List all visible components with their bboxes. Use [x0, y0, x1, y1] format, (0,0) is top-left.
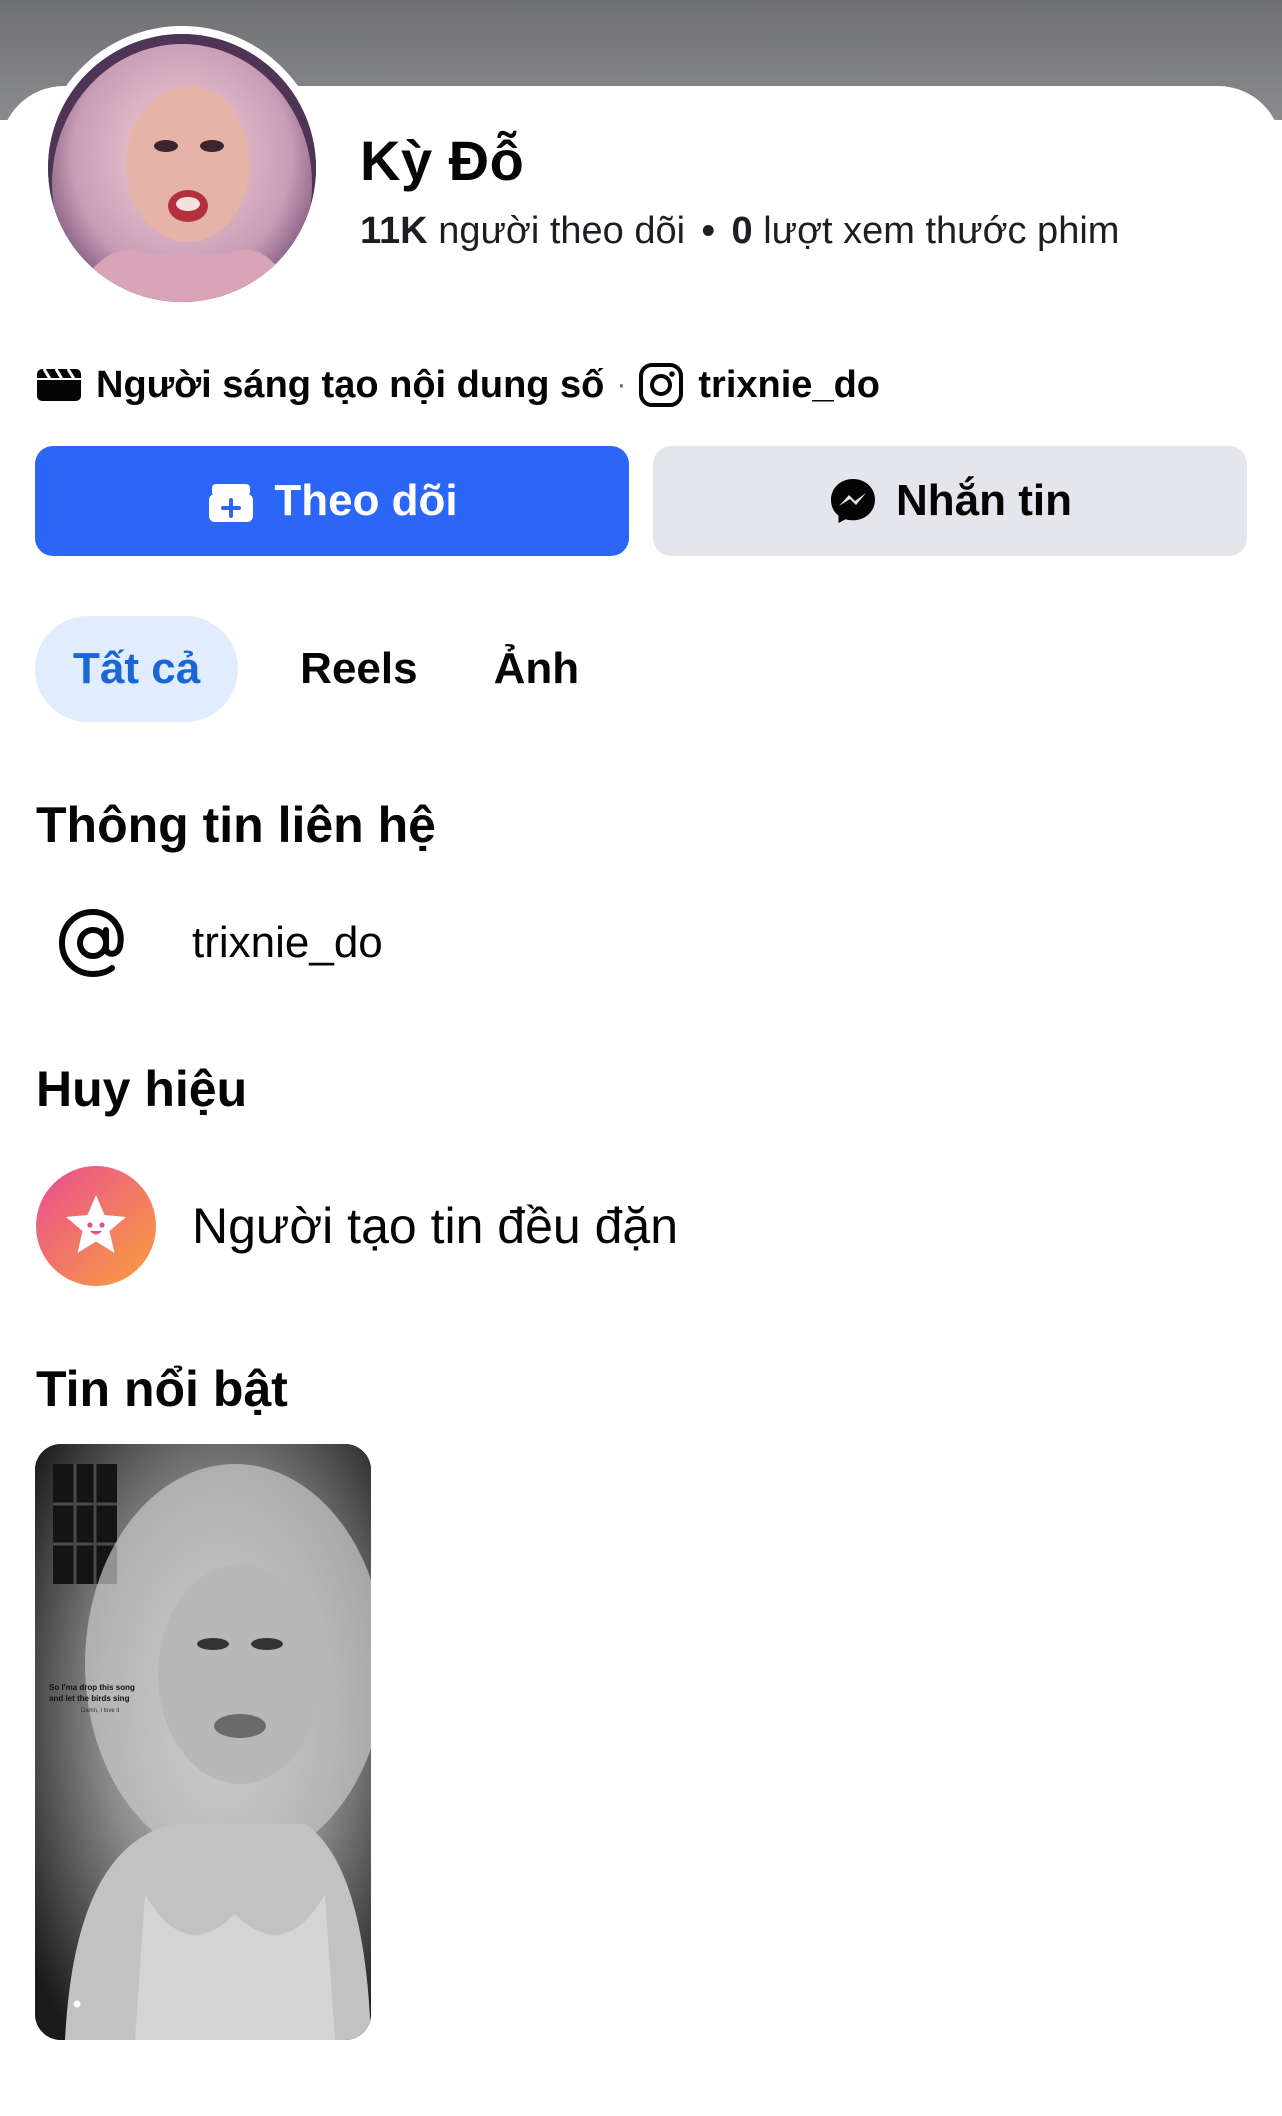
- meta-separator: ·: [616, 368, 627, 401]
- instagram-handle[interactable]: trixnie_do: [698, 364, 880, 407]
- messenger-icon: [828, 476, 878, 526]
- story-dot-indicator: [73, 2000, 81, 2008]
- clapperboard-icon: [36, 362, 82, 408]
- avatar-image: [48, 34, 316, 302]
- story-caption-2: and let the birds sing: [49, 1694, 130, 1703]
- follow-button[interactable]: Theo dõi: [35, 446, 629, 556]
- profile-tabs: Tất cả Reels Ảnh: [35, 616, 617, 722]
- reel-views-label: lượt xem thước phim: [763, 210, 1120, 252]
- highlights-section-title: Tin nổi bật: [36, 1361, 288, 1417]
- message-label: Nhắn tin: [896, 476, 1072, 525]
- reel-views-count: 0: [731, 210, 753, 252]
- story-caption-3: Damn, I love it: [81, 1708, 120, 1714]
- profile-stats: 11K người theo dõi • 0 lượt xem thước ph…: [360, 210, 1119, 253]
- stats-separator: •: [701, 210, 715, 252]
- follow-icon: [206, 476, 256, 526]
- badges-section-title: Huy hiệu: [36, 1061, 248, 1117]
- story-highlight[interactable]: So I'ma drop this song and let the birds…: [35, 1444, 371, 2040]
- contact-row[interactable]: trixnie_do: [36, 898, 383, 988]
- avatar[interactable]: [48, 34, 316, 302]
- profile-name: Kỳ Đỗ: [360, 129, 525, 192]
- followers-count[interactable]: 11K: [360, 210, 428, 252]
- followers-label[interactable]: người theo dõi: [438, 210, 685, 252]
- instagram-icon: [638, 362, 684, 408]
- contact-section-title: Thông tin liên hệ: [36, 797, 436, 853]
- message-button[interactable]: Nhắn tin: [653, 446, 1247, 556]
- tab-reels[interactable]: Reels: [262, 616, 455, 722]
- badge-label: Người tạo tin đều đặn: [192, 1198, 679, 1254]
- story-caption-1: So I'ma drop this song: [49, 1683, 135, 1692]
- contact-value: trixnie_do: [192, 918, 383, 967]
- profile-category: Người sáng tạo nội dung số: [96, 363, 605, 406]
- tab-photos[interactable]: Ảnh: [456, 616, 618, 722]
- story-image: So I'ma drop this song and let the birds…: [35, 1444, 371, 2040]
- tab-all[interactable]: Tất cả: [35, 616, 239, 722]
- at-sign-icon: [36, 898, 156, 988]
- badge-row[interactable]: Người tạo tin đều đặn: [36, 1166, 678, 1286]
- star-face-icon: [36, 1166, 156, 1286]
- profile-meta: Người sáng tạo nội dung số · trixnie_do: [36, 360, 880, 410]
- follow-label: Theo dõi: [274, 476, 458, 525]
